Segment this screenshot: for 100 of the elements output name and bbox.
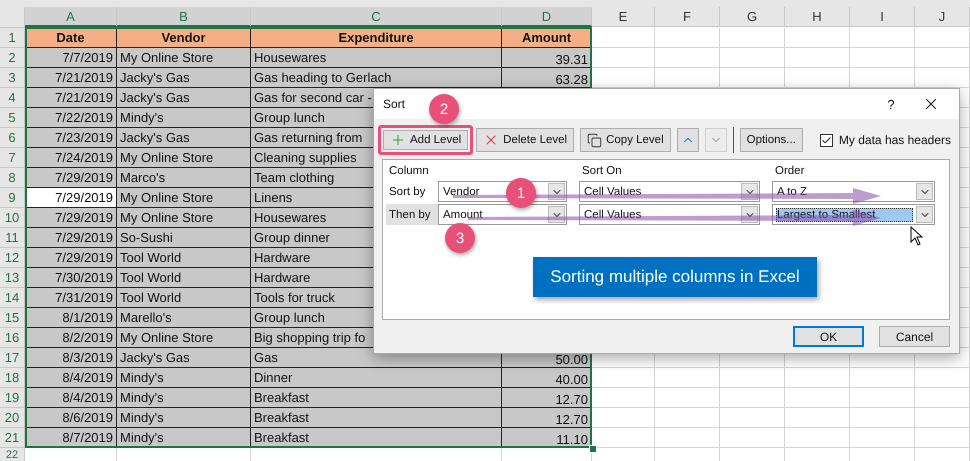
table-cell: 63.28	[502, 68, 592, 88]
row-number[interactable]: 3	[0, 68, 25, 88]
copy-button[interactable]: Copy Level	[580, 128, 671, 152]
row-number[interactable]: 2	[0, 48, 25, 68]
table-cell	[655, 368, 720, 388]
row-number[interactable]: 12	[0, 248, 25, 268]
table-cell: 12.70	[502, 408, 592, 428]
table-cell	[785, 388, 850, 408]
row-number[interactable]: 21	[0, 428, 25, 448]
row-number[interactable]: 18	[0, 368, 25, 388]
table-cell: 8/4/2019	[25, 368, 117, 388]
table-cell: Marco's	[117, 168, 251, 188]
table-cell	[915, 388, 970, 408]
table-cell	[915, 428, 970, 448]
header-cell: Expenditure	[251, 28, 502, 48]
table-cell	[785, 48, 850, 68]
table-cell	[655, 48, 720, 68]
table-cell	[785, 408, 850, 428]
table-cell: Mindy's	[117, 408, 251, 428]
table-cell	[720, 28, 785, 48]
column-header[interactable]: E	[592, 7, 655, 27]
column-header[interactable]: J	[915, 7, 970, 27]
table-cell	[915, 368, 970, 388]
row-number[interactable]: 1	[0, 28, 25, 48]
table-cell: Mindy's	[117, 368, 251, 388]
table-cell	[655, 28, 720, 48]
table-cell: Gas heading to Gerlach	[251, 68, 502, 88]
dropdown-field[interactable]: Cell Values	[579, 181, 760, 202]
checkbox-label: My data has headers	[838, 133, 951, 147]
row-number[interactable]: 17	[0, 348, 25, 368]
row-number[interactable]: 4	[0, 88, 25, 108]
plus-icon	[390, 132, 406, 148]
dropdown-field[interactable]: Cell Values	[579, 204, 760, 225]
table-cell: My Online Store	[117, 148, 251, 168]
row-number[interactable]: 19	[0, 388, 25, 408]
options-button[interactable]: Options...	[740, 128, 803, 152]
dropdown-field[interactable]: A to Z	[772, 181, 935, 202]
table-cell: 7/21/2019	[25, 88, 117, 108]
row-number[interactable]: 16	[0, 328, 25, 348]
row-number[interactable]: 11	[0, 228, 25, 248]
caption-banner: Sorting multiple columns in Excel	[533, 257, 817, 297]
column-header[interactable]: G	[720, 7, 785, 27]
table-cell	[655, 388, 720, 408]
cancel-button[interactable]: Cancel	[879, 326, 950, 347]
table-cell: Housewares	[251, 48, 502, 68]
row-number[interactable]: 20	[0, 408, 25, 428]
checkbox[interactable]	[820, 134, 833, 146]
table-cell: Jacky's Gas	[117, 348, 251, 368]
table-cell	[720, 368, 785, 388]
table-cell: 39.31	[502, 48, 592, 68]
table-cell: 7/29/2019	[25, 208, 117, 228]
row-number[interactable]: 5	[0, 108, 25, 128]
table-cell: My Online Store	[117, 48, 251, 68]
table-cell: Mindy's	[117, 108, 251, 128]
table-cell: Jacky's Gas	[117, 68, 251, 88]
table-cell	[850, 428, 915, 448]
table-cell: Mindy's	[117, 388, 251, 408]
column-header[interactable]: C	[251, 7, 502, 27]
row-number[interactable]: 10	[0, 208, 25, 228]
row-number[interactable]: 7	[0, 148, 25, 168]
row-number[interactable]: 22	[0, 448, 25, 461]
table-cell	[720, 428, 785, 448]
copy-icon	[587, 132, 602, 148]
header-cell: Date	[25, 28, 117, 48]
header-cell: Vendor	[117, 28, 251, 48]
table-cell: My Online Store	[117, 328, 251, 348]
column-header[interactable]: B	[117, 7, 251, 27]
row-number[interactable]: 15	[0, 308, 25, 328]
level-label[interactable]: Then by	[386, 204, 438, 225]
table-cell: So-Sushi	[117, 228, 251, 248]
row-number[interactable]: 9	[0, 188, 25, 208]
add-button[interactable]: Add Level	[378, 125, 474, 155]
row-number[interactable]: 14	[0, 288, 25, 308]
table-cell	[915, 48, 970, 68]
delete-button[interactable]: Delete Level	[476, 128, 574, 152]
table-cell	[655, 428, 720, 448]
ok-button[interactable]: OK	[793, 326, 864, 347]
table-cell: 7/29/2019	[25, 248, 117, 268]
table-cell	[655, 408, 720, 428]
table-cell	[592, 368, 655, 388]
table-cell: Jacky's Gas	[117, 128, 251, 148]
table-cell: Jacky's Gas	[117, 88, 251, 108]
table-cell: 7/21/2019	[25, 68, 117, 88]
column-header[interactable]: F	[655, 7, 720, 27]
header-cell: Amount	[502, 28, 592, 48]
table-cell: 7/29/2019	[25, 228, 117, 248]
column-header[interactable]: A	[25, 7, 117, 27]
row-number[interactable]: 13	[0, 268, 25, 288]
column-header[interactable]: I	[850, 7, 915, 27]
dropdown-field[interactable]: Amount	[438, 204, 567, 225]
table-cell	[720, 408, 785, 428]
table-cell	[592, 408, 655, 428]
row-number[interactable]: 6	[0, 128, 25, 148]
help-button[interactable]: ?	[871, 90, 911, 118]
dropdown-field[interactable]: Largest to Smallest	[772, 204, 935, 225]
table-cell: My Online Store	[117, 188, 251, 208]
fill-handle[interactable]	[589, 445, 597, 453]
column-header[interactable]: D	[502, 7, 592, 27]
row-number[interactable]: 8	[0, 168, 25, 188]
column-header[interactable]: H	[785, 7, 850, 27]
